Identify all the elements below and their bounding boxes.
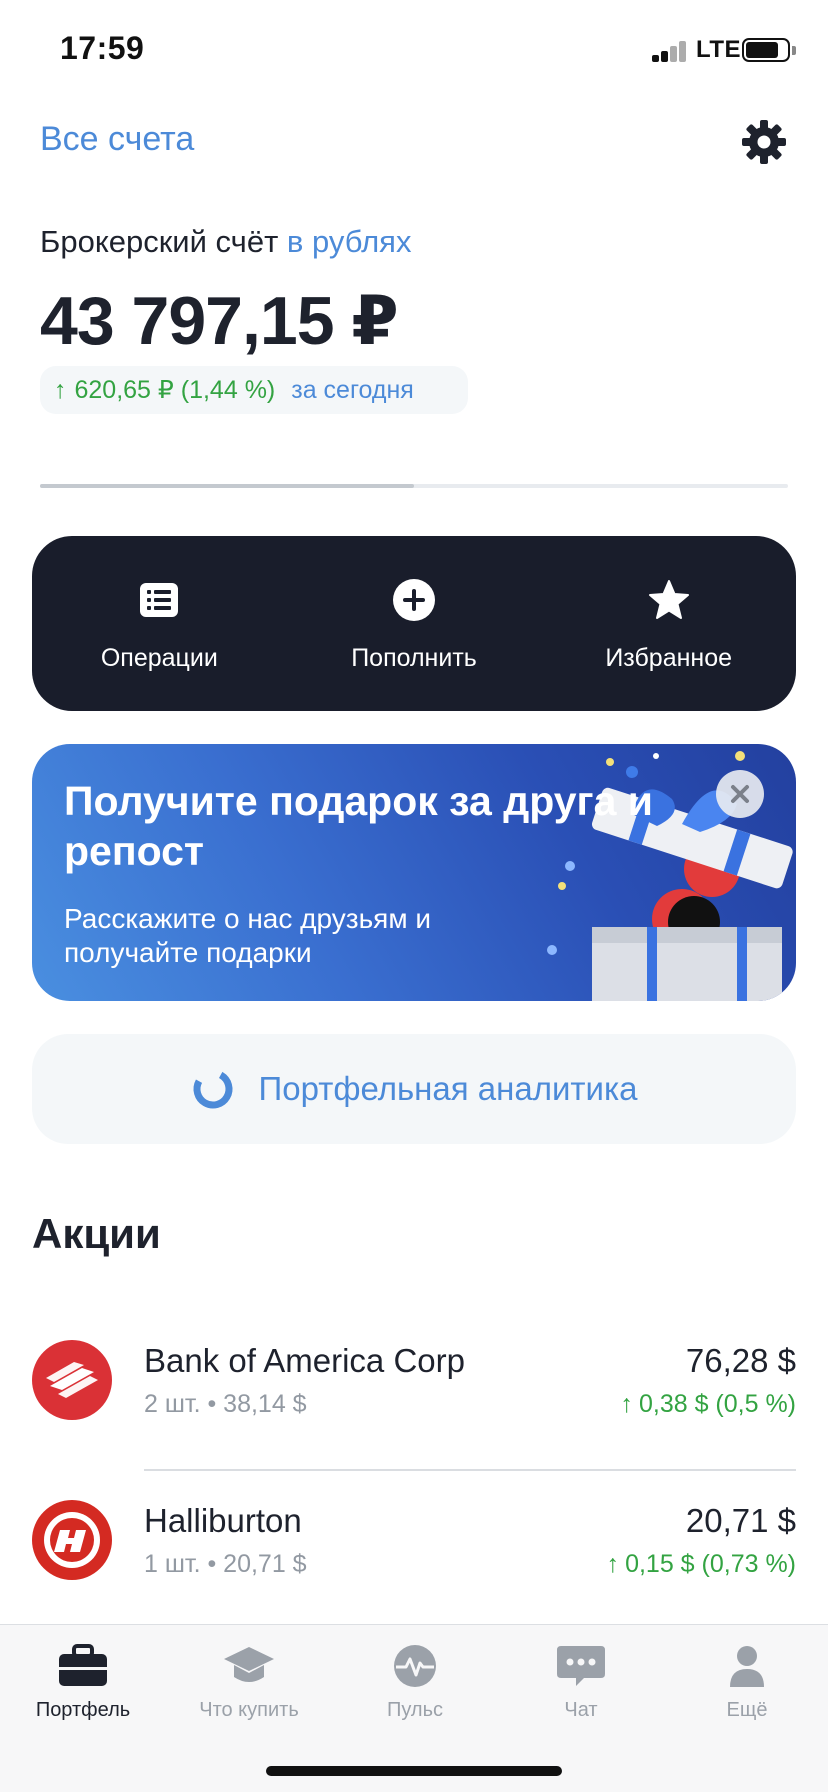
operations-button[interactable]: Операции [32, 536, 287, 711]
top-up-label: Пополнить [351, 644, 477, 672]
promo-text: Расскажите о нас друзьям и получайте под… [64, 903, 432, 968]
quick-actions-panel: Операции Пополнить Избранное [32, 536, 796, 711]
all-accounts-link[interactable]: Все счета [40, 120, 194, 159]
pulse-icon [394, 1645, 436, 1687]
status-time: 17:59 [60, 30, 145, 66]
stock-name: Bank of America Corp [144, 1342, 465, 1379]
arrow-up-icon: ↑ [620, 1390, 633, 1418]
stock-change: ↑ 0,15 $ (0,73 %) [607, 1550, 796, 1579]
favorites-button[interactable]: Избранное [541, 536, 796, 711]
list-icon [140, 583, 179, 617]
tab-label: Что купить [199, 1699, 299, 1721]
status-bar: 17:59 LTE [0, 0, 828, 100]
daily-change-value: 620,65 ₽ (1,44 %) [74, 376, 276, 404]
tab-label: Ещё [726, 1699, 768, 1721]
graduation-cap-icon [224, 1647, 274, 1682]
account-progress-fill [40, 484, 414, 488]
close-icon[interactable] [716, 770, 764, 818]
tab-label: Портфель [35, 1699, 131, 1721]
stock-quantity: 2 шт. • 38,14 $ [144, 1390, 307, 1418]
tab-portfolio[interactable]: Портфель [0, 1643, 166, 1722]
top-up-button[interactable]: Пополнить [287, 536, 542, 711]
star-icon [648, 580, 689, 619]
bank-of-america-logo [32, 1340, 112, 1420]
account-balance: 43 797,15 ₽ [40, 283, 399, 359]
portfolio-analytics-label: Портфельная аналитика [258, 1070, 638, 1107]
network-type: LTE [696, 36, 742, 63]
stock-change-value: 0,15 $ (0,73 %) [625, 1550, 796, 1578]
stock-row-bank-of-america[interactable]: Bank of America Corp 2 шт. • 38,14 $ 76,… [0, 1312, 828, 1472]
arrow-up-icon: ↑ [606, 1550, 620, 1578]
account-progress-bar [40, 484, 788, 488]
stock-change: ↑ 0,38 $ (0,5 %) [620, 1390, 796, 1419]
tab-pulse[interactable]: Пульс [332, 1643, 498, 1722]
stock-price: 76,28 $ [685, 1342, 796, 1379]
stock-price: 20,71 $ [685, 1502, 796, 1539]
plus-circle-icon [393, 579, 435, 621]
tab-what-to-buy[interactable]: Что купить [166, 1643, 332, 1722]
account-type: Брокерский счёт в рублях [40, 224, 411, 260]
daily-change-period: за сегодня [291, 375, 414, 404]
operations-label: Операции [100, 644, 218, 672]
stocks-section-title: Акции [32, 1210, 161, 1257]
favorites-label: Избранное [605, 644, 733, 672]
promo-title: Получите подарок за друга и репост [64, 778, 654, 874]
tab-chat[interactable]: Чат [498, 1643, 664, 1722]
daily-change-pill[interactable]: ↑ 620,65 ₽ (1,44 %) за сегодня [40, 366, 468, 414]
signal-icon [652, 40, 688, 62]
donut-chart-icon [193, 1069, 233, 1109]
stock-row-halliburton[interactable]: Halliburton 1 шт. • 20,71 $ 20,71 $ ↑ 0,1… [0, 1472, 828, 1632]
halliburton-logo [32, 1500, 112, 1580]
home-indicator [266, 1766, 562, 1776]
stock-name: Halliburton [144, 1502, 302, 1539]
divider [144, 1469, 796, 1471]
tab-more[interactable]: Ещё [664, 1643, 828, 1722]
briefcase-icon [59, 1644, 107, 1686]
portfolio-analytics-button[interactable]: Портфельная аналитика [32, 1034, 796, 1144]
tab-label: Пульс [386, 1699, 444, 1721]
arrow-up-icon: ↑ [54, 375, 67, 404]
chat-icon [557, 1646, 605, 1686]
account-currency-link[interactable]: в рублях [287, 224, 412, 259]
account-type-label: Брокерский счёт [40, 224, 279, 259]
referral-promo-banner[interactable]: Получите подарок за друга и репост Расск… [32, 744, 796, 1001]
stock-quantity: 1 шт. • 20,71 $ [144, 1550, 307, 1578]
stock-change-value: 0,38 $ (0,5 %) [638, 1390, 796, 1418]
profile-icon [730, 1646, 764, 1687]
battery-icon [742, 38, 790, 62]
battery-tip [792, 46, 796, 55]
gear-icon[interactable] [740, 118, 788, 166]
tab-label: Чат [564, 1699, 598, 1721]
